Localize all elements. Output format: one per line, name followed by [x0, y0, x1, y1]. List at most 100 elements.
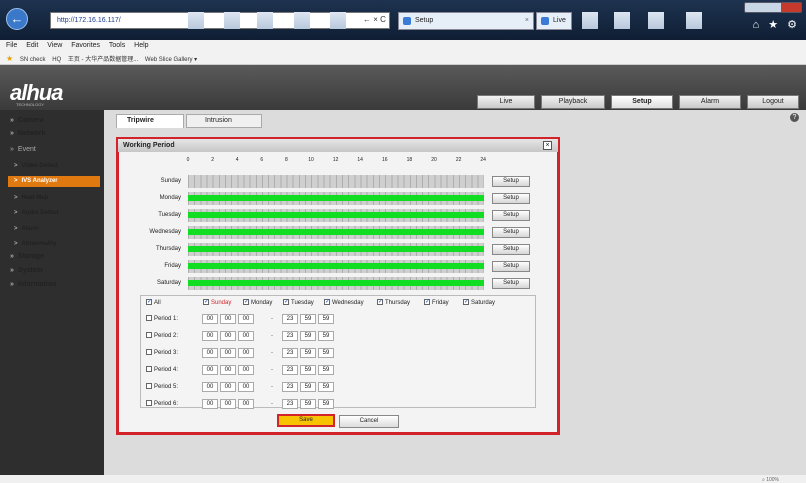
- schedule-track[interactable]: [188, 226, 484, 239]
- checkbox-checked[interactable]: ✓: [463, 299, 469, 306]
- back-button[interactable]: ←: [6, 8, 28, 30]
- setup-button[interactable]: Setup: [492, 244, 530, 255]
- menu-file[interactable]: File: [6, 42, 17, 49]
- menu-help[interactable]: Help: [134, 42, 148, 49]
- sidebar-item-ivs-analyzer[interactable]: > IVS Analyzer: [14, 178, 58, 184]
- start-time-field[interactable]: 00: [238, 399, 254, 409]
- start-time-field[interactable]: 00: [202, 365, 218, 375]
- menu-tools[interactable]: Tools: [109, 42, 125, 49]
- start-time-field[interactable]: 00: [238, 331, 254, 341]
- cancel-button[interactable]: Cancel: [339, 415, 399, 428]
- end-time-field[interactable]: 59: [318, 331, 334, 341]
- start-time-field[interactable]: 00: [220, 382, 236, 392]
- close-icon[interactable]: ×: [543, 141, 552, 150]
- period-checkbox[interactable]: Period 4:: [146, 366, 178, 374]
- checkbox-unchecked[interactable]: [146, 315, 152, 322]
- window-close-icon[interactable]: [781, 3, 801, 12]
- schedule-track[interactable]: [188, 175, 484, 188]
- setup-button[interactable]: Setup: [492, 261, 530, 272]
- nav-setup[interactable]: Setup: [611, 95, 673, 109]
- favorites-star-icon[interactable]: ★: [6, 54, 13, 63]
- start-time-field[interactable]: 00: [202, 331, 218, 341]
- period-checkbox[interactable]: Period 1:: [146, 315, 178, 323]
- schedule-track[interactable]: [188, 277, 484, 290]
- period-checkbox[interactable]: Period 2:: [146, 332, 178, 340]
- nav-live[interactable]: Live: [477, 95, 535, 109]
- sidebar-item-storage[interactable]: » Storage: [10, 253, 44, 260]
- sidebar-item-abnormality[interactable]: > Abnormality: [14, 241, 57, 247]
- favorite-link[interactable]: SN check: [20, 57, 46, 63]
- start-time-field[interactable]: 00: [202, 382, 218, 392]
- day-checkbox[interactable]: ✓ Sunday: [203, 299, 231, 307]
- setup-button[interactable]: Setup: [492, 210, 530, 221]
- help-icon[interactable]: ?: [790, 113, 799, 122]
- window-controls[interactable]: [744, 2, 802, 13]
- period-checkbox[interactable]: Period 3:: [146, 349, 178, 357]
- menu-view[interactable]: View: [47, 42, 62, 49]
- end-time-field[interactable]: 59: [318, 399, 334, 409]
- checkbox-checked[interactable]: ✓: [203, 299, 209, 306]
- checkbox-checked[interactable]: ✓: [424, 299, 430, 306]
- tab-intrusion[interactable]: Intrusion: [186, 114, 262, 128]
- end-time-field[interactable]: 59: [318, 348, 334, 358]
- day-checkbox[interactable]: ✓ Thursday: [377, 299, 410, 307]
- menu-favorites[interactable]: Favorites: [71, 42, 100, 49]
- day-checkbox[interactable]: ✓ Saturday: [463, 299, 495, 307]
- nav-logout[interactable]: Logout: [747, 95, 799, 109]
- end-time-field[interactable]: 59: [300, 331, 316, 341]
- start-time-field[interactable]: 00: [202, 399, 218, 409]
- checkbox-unchecked[interactable]: [146, 400, 152, 407]
- start-time-field[interactable]: 00: [202, 348, 218, 358]
- end-time-field[interactable]: 59: [300, 348, 316, 358]
- sidebar-item-information[interactable]: » Information: [10, 281, 56, 288]
- home-favorites-settings-icon[interactable]: ⌂ ★ ⚙: [753, 18, 800, 31]
- sidebar-item-network[interactable]: » Network: [10, 130, 46, 137]
- day-checkbox[interactable]: ✓ Friday: [424, 299, 449, 307]
- end-time-field[interactable]: 59: [318, 382, 334, 392]
- close-tab-icon[interactable]: ×: [525, 13, 529, 29]
- start-time-field[interactable]: 00: [220, 399, 236, 409]
- checkbox-checked[interactable]: ✓: [146, 299, 152, 306]
- menu-edit[interactable]: Edit: [26, 42, 38, 49]
- period-checkbox[interactable]: Period 5:: [146, 383, 178, 391]
- sidebar-item-audio-detect[interactable]: > Audio Detect: [14, 210, 59, 216]
- checkbox-unchecked[interactable]: [146, 349, 152, 356]
- end-time-field[interactable]: 59: [300, 365, 316, 375]
- start-time-field[interactable]: 00: [238, 314, 254, 324]
- start-time-field[interactable]: 00: [220, 314, 236, 324]
- checkbox-unchecked[interactable]: [146, 383, 152, 390]
- tab-live[interactable]: Live: [536, 12, 572, 30]
- start-time-field[interactable]: 00: [220, 365, 236, 375]
- end-time-field[interactable]: 59: [300, 314, 316, 324]
- favorite-link[interactable]: 王页 - 大华产品数据管理...: [68, 57, 138, 63]
- setup-button[interactable]: Setup: [492, 278, 530, 289]
- nav-alarm[interactable]: Alarm: [679, 95, 741, 109]
- day-checkbox[interactable]: ✓ Tuesday: [283, 299, 314, 307]
- end-time-field[interactable]: 23: [282, 348, 298, 358]
- start-time-field[interactable]: 00: [238, 382, 254, 392]
- end-time-field[interactable]: 59: [318, 314, 334, 324]
- favorite-link[interactable]: HQ: [52, 57, 61, 63]
- end-time-field[interactable]: 23: [282, 399, 298, 409]
- schedule-track[interactable]: [188, 260, 484, 273]
- end-time-field[interactable]: 23: [282, 314, 298, 324]
- day-checkbox[interactable]: ✓ Wednesday: [324, 299, 364, 307]
- sidebar-item-heat-map[interactable]: > Heat Map: [14, 195, 48, 201]
- setup-button[interactable]: Setup: [492, 176, 530, 187]
- address-tools-icon[interactable]: ← × C: [363, 12, 386, 29]
- end-time-field[interactable]: 59: [300, 382, 316, 392]
- checkbox-checked[interactable]: ✓: [324, 299, 330, 306]
- all-checkbox[interactable]: ✓ All: [146, 299, 161, 307]
- setup-button[interactable]: Setup: [492, 227, 530, 238]
- setup-button[interactable]: Setup: [492, 193, 530, 204]
- period-checkbox[interactable]: Period 6:: [146, 400, 178, 408]
- day-checkbox[interactable]: ✓ Monday: [243, 299, 272, 307]
- sidebar-item-alarm[interactable]: > Alarm: [14, 226, 39, 232]
- end-time-field[interactable]: 23: [282, 331, 298, 341]
- sidebar-item-video-detect[interactable]: > Video Detect: [14, 163, 58, 169]
- sidebar-item-system[interactable]: » System: [10, 267, 43, 274]
- end-time-field[interactable]: 59: [300, 399, 316, 409]
- schedule-track[interactable]: [188, 209, 484, 222]
- end-time-field[interactable]: 23: [282, 382, 298, 392]
- checkbox-unchecked[interactable]: [146, 332, 152, 339]
